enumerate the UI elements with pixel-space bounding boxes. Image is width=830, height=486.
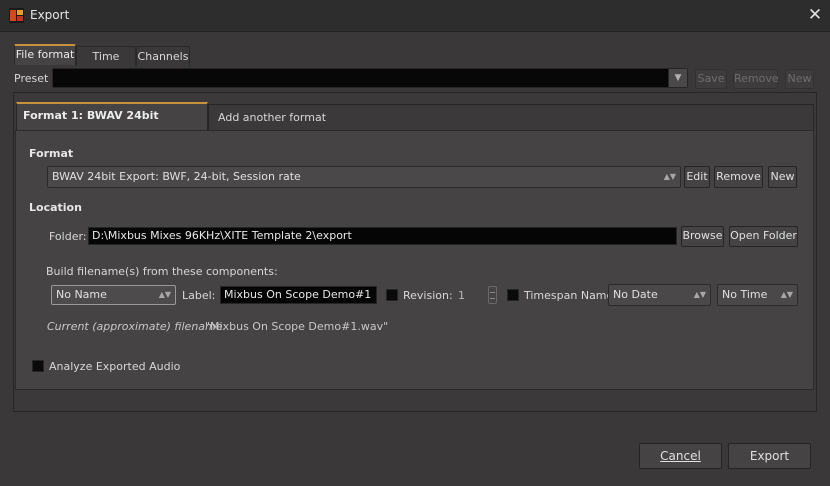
- current-filename-value: "Mixbus On Scope Demo#1.wav": [205, 320, 389, 333]
- format-new-button[interactable]: New: [768, 166, 797, 188]
- timespan-label: Timespan Name: [524, 289, 614, 302]
- cancel-button[interactable]: Cancel: [639, 443, 722, 469]
- ardour-icon: [9, 8, 24, 23]
- date-select[interactable]: No Date ▲▼: [608, 284, 711, 306]
- preset-label: Preset: [14, 72, 49, 85]
- revision-value[interactable]: 1: [458, 289, 465, 302]
- format-heading: Format: [29, 147, 74, 160]
- revision-checkbox[interactable]: [386, 289, 398, 301]
- label-field[interactable]: Mixbus On Scope Demo#1: [220, 286, 377, 304]
- preset-new-button[interactable]: New: [785, 69, 814, 89]
- close-icon[interactable]: ✕: [805, 5, 825, 25]
- timespan-checkbox[interactable]: [507, 289, 519, 301]
- tab-format-1[interactable]: Format 1: BWAV 24bit Export✕: [16, 102, 208, 146]
- window-title: Export: [30, 8, 70, 22]
- revision-spinner[interactable]: [488, 286, 497, 304]
- current-filename-label: Current (approximate) filename:: [47, 320, 227, 333]
- chevron-updown-icon: ▲▼: [693, 290, 706, 299]
- time-select-value: No Time: [722, 288, 768, 301]
- location-heading: Location: [29, 201, 82, 214]
- name-select[interactable]: No Name ▲▼: [51, 285, 176, 305]
- export-button[interactable]: Export: [728, 443, 811, 469]
- folder-label: Folder:: [49, 230, 87, 243]
- preset-combo[interactable]: [52, 68, 688, 88]
- analyze-label: Analyze Exported Audio: [49, 360, 181, 373]
- browse-button[interactable]: Browse: [681, 226, 724, 247]
- folder-field[interactable]: D:\Mixbus Mixes 96KHz\XITE Template 2\ex…: [88, 227, 677, 245]
- format-select[interactable]: BWAV 24bit Export: BWF, 24-bit, Session …: [47, 166, 681, 188]
- label-label: Label:: [182, 289, 216, 302]
- chevron-updown-icon: ▲▼: [158, 290, 171, 299]
- date-select-value: No Date: [613, 288, 658, 301]
- tab-file-format[interactable]: File format: [14, 44, 76, 65]
- revision-label: Revision:: [403, 289, 453, 302]
- analyze-checkbox[interactable]: [32, 360, 44, 372]
- format-remove-button[interactable]: Remove: [714, 166, 763, 188]
- format-edit-button[interactable]: Edit: [684, 166, 710, 188]
- tab-time-span[interactable]: Time Span: [76, 46, 136, 82]
- chevron-updown-icon: ▲▼: [663, 172, 676, 181]
- chevron-down-icon[interactable]: ▼: [668, 69, 687, 87]
- time-select[interactable]: No Time ▲▼: [717, 284, 798, 306]
- chevron-updown-icon: ▲▼: [780, 290, 793, 299]
- format-select-value: BWAV 24bit Export: BWF, 24-bit, Session …: [52, 170, 301, 183]
- title-bar: [0, 0, 830, 32]
- preset-save-button[interactable]: Save: [695, 69, 727, 89]
- build-filename-label: Build filename(s) from these components:: [46, 265, 278, 278]
- preset-remove-button[interactable]: Remove: [733, 69, 779, 89]
- name-select-value: No Name: [56, 288, 107, 301]
- tab-channels[interactable]: Channels: [136, 46, 190, 66]
- tab-add-format[interactable]: Add another format: [208, 104, 814, 130]
- open-folder-button[interactable]: Open Folder: [729, 226, 798, 247]
